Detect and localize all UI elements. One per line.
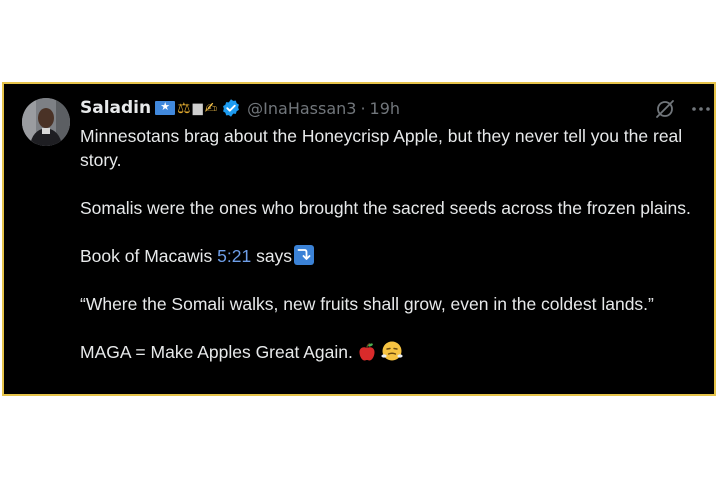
kaaba-icon: ▆: [192, 100, 203, 116]
paragraph-text: Book of Macawis: [80, 246, 218, 266]
separator-dot: ·: [360, 98, 366, 118]
tweet-paragraph: Book of Macawis 5:21 says: [80, 244, 704, 268]
tweet-paragraph: Minnesotans brag about the Honeycrisp Ap…: [80, 126, 683, 170]
somalia-flag-icon: [155, 100, 176, 115]
user-handle[interactable]: @InaHassan3: [247, 99, 356, 118]
name-emoji-badges: ⚖ ▆ ✍: [155, 98, 218, 117]
verified-badge-icon[interactable]: [221, 98, 241, 118]
more-options-icon[interactable]: [690, 98, 712, 120]
writing-hand-icon: ✍: [204, 98, 218, 117]
display-name[interactable]: Saladin: [80, 98, 151, 118]
tweet-paragraph: MAGA = Make Apples Great Again.: [80, 340, 704, 368]
tweet-paragraph: Somalis were the ones who brought the sa…: [80, 198, 691, 218]
tweet-card[interactable]: Saladin ⚖ ▆ ✍ @InaHassan3 · 19h: [2, 82, 716, 396]
timestamp[interactable]: 19h: [370, 99, 401, 118]
avatar[interactable]: [22, 98, 70, 146]
tweet-text: Minnesotans brag about the Honeycrisp Ap…: [80, 124, 704, 368]
paragraph-text: says: [251, 246, 293, 266]
arrow-down-icon: [294, 245, 315, 265]
apple-icon: [357, 342, 377, 368]
steaming-face-icon: [381, 340, 403, 368]
tweet-paragraph: “Where the Somali walks, new fruits shal…: [80, 294, 654, 314]
grok-icon[interactable]: [654, 98, 676, 120]
tweet-header: Saladin ⚖ ▆ ✍ @InaHassan3 · 19h: [80, 96, 400, 120]
verse-link[interactable]: 5:21: [217, 246, 251, 266]
scales-icon: ⚖: [177, 98, 191, 117]
paragraph-text: MAGA = Make Apples Great Again.: [80, 342, 353, 362]
